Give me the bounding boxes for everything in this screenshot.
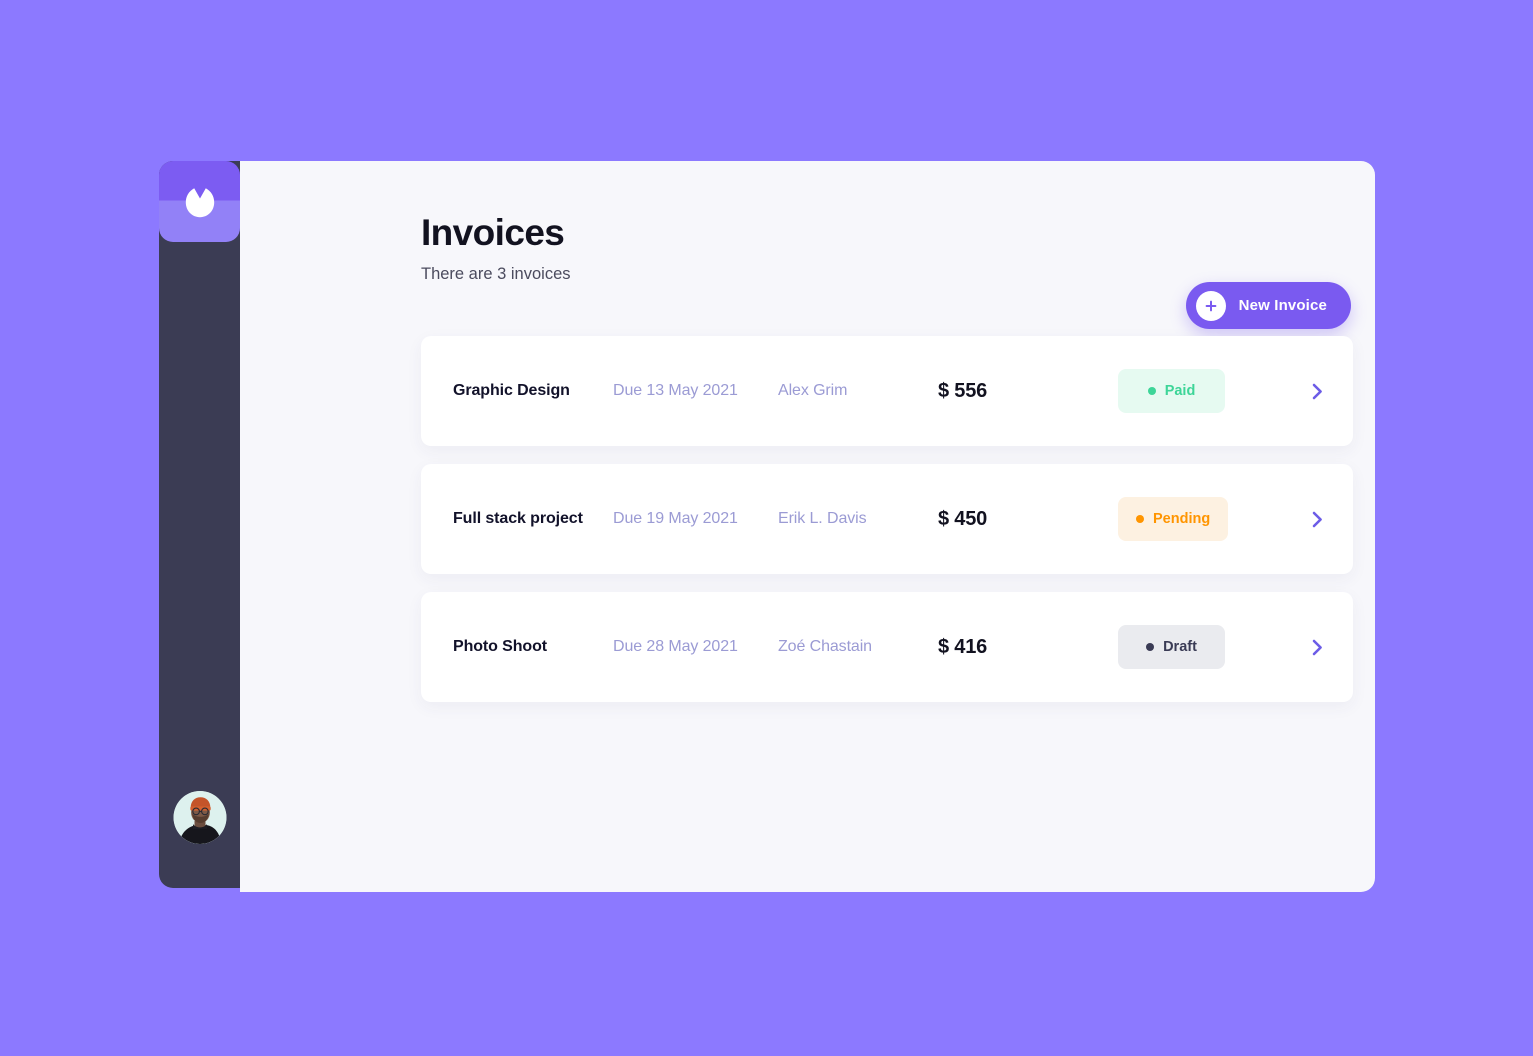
main-content-panel: Invoices There are 3 invoices New Invoic…	[240, 161, 1375, 892]
table-row[interactable]: Full stack project Due 19 May 2021 Erik …	[421, 464, 1353, 574]
invoice-title: Graphic Design	[453, 382, 570, 399]
invoice-due-date: Due 19 May 2021	[613, 510, 738, 527]
status-label: Pending	[1153, 511, 1211, 527]
invoice-client-name: Alex Grim	[778, 382, 848, 399]
invoice-due-date: Due 13 May 2021	[613, 382, 738, 399]
invoice-status-cell: Pending	[1118, 497, 1278, 541]
invoice-amount: $ 450	[938, 507, 988, 530]
invoice-status-cell: Paid	[1118, 369, 1278, 413]
status-label: Paid	[1164, 383, 1196, 399]
plus-icon	[1195, 290, 1226, 321]
sidebar	[159, 161, 240, 888]
status-dot-icon	[1136, 515, 1144, 523]
invoice-amount: $ 416	[938, 635, 988, 658]
invoice-count-subtitle: There are 3 invoices	[421, 264, 571, 283]
invoice-title: Full stack project	[453, 510, 583, 527]
invoice-amount: $ 556	[938, 379, 988, 402]
chevron-right-icon	[1312, 511, 1322, 527]
new-invoice-button[interactable]: New Invoice	[1185, 282, 1351, 329]
chevron-right-icon	[1312, 383, 1322, 399]
chevron-right-icon	[1312, 639, 1322, 655]
status-badge: Draft	[1118, 625, 1225, 669]
status-badge: Pending	[1118, 497, 1229, 541]
invoice-title: Photo Shoot	[453, 638, 547, 655]
user-avatar-image	[173, 791, 226, 844]
invoice-open-button[interactable]	[1278, 639, 1353, 656]
status-label: Draft	[1163, 639, 1197, 655]
sidebar-logo-button[interactable]	[159, 161, 240, 242]
invoice-client-name: Erik L. Davis	[778, 510, 867, 527]
new-invoice-label: New Invoice	[1238, 297, 1327, 314]
invoice-status-cell: Draft	[1118, 625, 1278, 669]
invoice-due-date: Due 28 May 2021	[613, 638, 738, 655]
invoice-list: Graphic Design Due 13 May 2021 Alex Grim…	[421, 336, 1353, 702]
status-dot-icon	[1146, 643, 1155, 651]
avatar[interactable]	[173, 791, 226, 844]
page-header: Invoices There are 3 invoices New Invoic…	[421, 212, 1351, 329]
invoice-client-name: Zoé Chastain	[778, 638, 872, 655]
app-window: Invoices There are 3 invoices New Invoic…	[159, 161, 1375, 892]
page-title: Invoices	[421, 212, 565, 253]
table-row[interactable]: Graphic Design Due 13 May 2021 Alex Grim…	[421, 336, 1353, 446]
invoice-open-button[interactable]	[1278, 383, 1353, 400]
invoice-open-button[interactable]	[1278, 511, 1353, 528]
table-row[interactable]: Photo Shoot Due 28 May 2021 Zoé Chastain…	[421, 592, 1353, 702]
status-dot-icon	[1147, 387, 1156, 395]
status-badge: Paid	[1118, 369, 1225, 413]
tulip-logo-icon	[185, 187, 214, 217]
